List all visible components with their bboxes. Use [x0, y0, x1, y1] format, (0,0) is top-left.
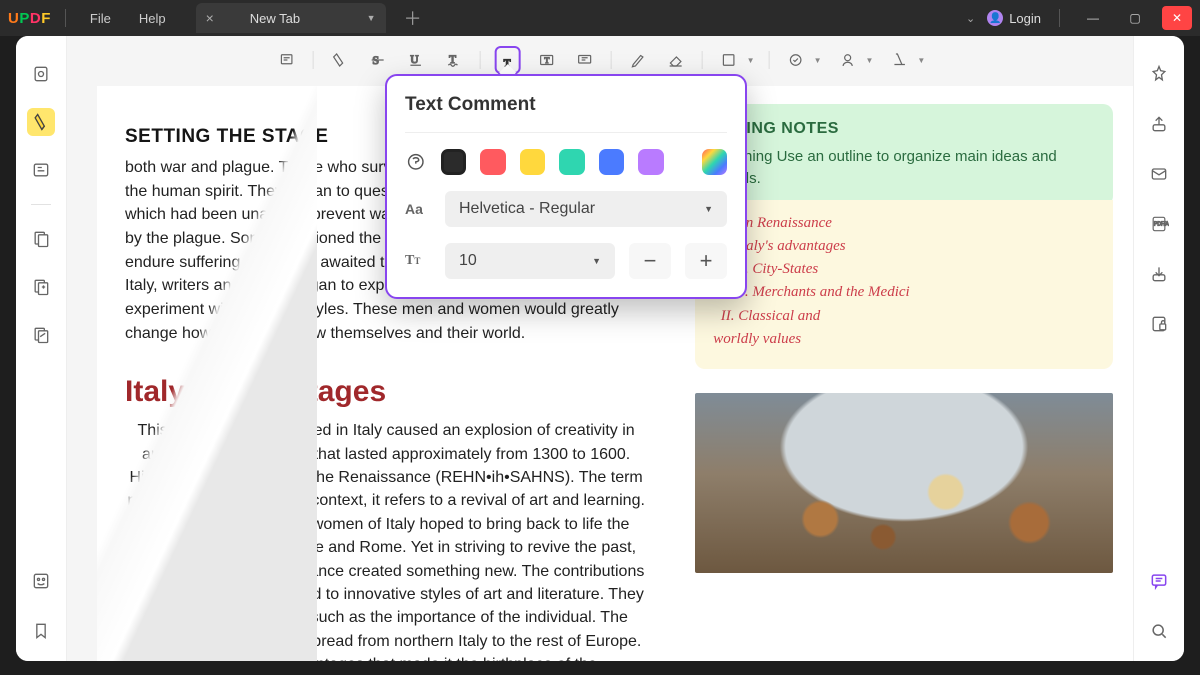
annotation-toolbar: S U T T T ▼ ▼ ▼ ▼	[267, 44, 934, 76]
page-tool-icon[interactable]	[27, 225, 55, 253]
outline-panel: Italian Renaissance I. Italy's advantage…	[695, 200, 1113, 370]
color-swatch-yellow[interactable]	[520, 149, 546, 175]
protect-icon[interactable]	[1145, 310, 1173, 338]
size-decrease-button[interactable]: −	[629, 243, 671, 279]
advantages-heading: Italy's Advantages	[125, 375, 647, 409]
body-paragraph-2: This movement that started in Italy caus…	[125, 419, 647, 661]
pencil-tool-icon[interactable]	[626, 48, 650, 72]
avatar-icon: 👤	[987, 10, 1003, 26]
color-swatch-red[interactable]	[480, 149, 506, 175]
organize-pages-icon[interactable]	[27, 273, 55, 301]
shape-menu-chevron-icon[interactable]: ▼	[747, 56, 755, 65]
share-icon[interactable]	[1145, 110, 1173, 138]
outline-line: II. Classical and	[713, 305, 1095, 328]
size-label-icon: TT	[405, 253, 431, 269]
svg-text:T: T	[504, 59, 511, 70]
font-select[interactable]: Helvetica - Regular ▼	[445, 191, 727, 227]
sticker-tool-icon[interactable]	[836, 48, 860, 72]
comment-tool-icon[interactable]	[27, 108, 55, 136]
textbox-tool-icon[interactable]: T	[535, 48, 559, 72]
search-icon[interactable]	[1145, 617, 1173, 645]
app-body: S U T T T ▼ ▼ ▼ ▼ SETTING THE STAGE	[16, 36, 1184, 661]
file-menu[interactable]: File	[80, 7, 121, 30]
chevron-down-icon: ▼	[704, 204, 713, 214]
text-comment-tool-icon[interactable]: T	[495, 46, 521, 74]
size-increase-button[interactable]: +	[685, 243, 727, 279]
svg-text:U: U	[410, 54, 418, 66]
document-canvas: S U T T T ▼ ▼ ▼ ▼ SETTING THE STAGE	[66, 36, 1134, 661]
sticky-note-tool-icon[interactable]	[275, 48, 299, 72]
edit-text-icon[interactable]	[27, 156, 55, 184]
color-swatch-purple[interactable]	[638, 149, 664, 175]
bookmarks-icon[interactable]	[27, 617, 55, 645]
text-comment-popup: Text Comment Aa Helvetica - Regular ▼	[385, 74, 747, 299]
titlebar: UPDF File Help × New Tab ▼ ＋ ⌄ 👤 Login —…	[0, 0, 1200, 36]
color-picker-icon[interactable]	[405, 151, 427, 173]
reader-mode-icon[interactable]	[27, 60, 55, 88]
callout-tool-icon[interactable]	[573, 48, 597, 72]
color-swatch-rainbow[interactable]	[702, 149, 728, 175]
thumbnails-icon[interactable]	[27, 567, 55, 595]
renaissance-image	[695, 393, 1113, 573]
notes-text: Outlining Use an outline to organize mai…	[713, 146, 1095, 190]
email-icon[interactable]	[1145, 160, 1173, 188]
window-menu-chevron-icon[interactable]: ⌄	[966, 12, 975, 25]
comments-list-icon[interactable]	[1145, 567, 1173, 595]
close-window-button[interactable]: ✕	[1162, 6, 1192, 30]
outline-line: Italian Renaissance	[713, 212, 1095, 235]
close-tab-icon[interactable]: ×	[206, 10, 214, 26]
color-swatch-blue[interactable]	[599, 149, 625, 175]
crop-pages-icon[interactable]	[27, 321, 55, 349]
right-rail: PDF/A	[1134, 36, 1184, 661]
tab-new[interactable]: × New Tab ▼	[196, 3, 386, 33]
outline-line: I. Italy's advantages	[713, 235, 1095, 258]
tab-chevron-icon[interactable]: ▼	[367, 13, 376, 23]
highlight-tool-icon[interactable]	[328, 48, 352, 72]
help-menu[interactable]: Help	[129, 7, 176, 30]
maximize-button[interactable]: ▢	[1120, 6, 1150, 30]
stamp-tool-icon[interactable]	[784, 48, 808, 72]
svg-text:T: T	[544, 56, 549, 65]
outline-line: B. Merchants and the Medici	[713, 281, 1095, 304]
pdfa-icon[interactable]: PDF/A	[1145, 210, 1173, 238]
minimize-button[interactable]: —	[1078, 6, 1108, 30]
squiggly-tool-icon[interactable]: T	[442, 48, 466, 72]
svg-text:PDF/A: PDF/A	[1154, 222, 1169, 228]
shape-tool-icon[interactable]	[717, 48, 741, 72]
login-button[interactable]: 👤 Login	[987, 10, 1041, 26]
stamp-menu-chevron-icon[interactable]: ▼	[814, 56, 822, 65]
sticker-menu-chevron-icon[interactable]: ▼	[866, 56, 874, 65]
notes-panel: TAKING NOTES Outlining Use an outline to…	[695, 104, 1113, 206]
export-icon[interactable]	[1145, 260, 1173, 288]
color-swatch-black[interactable]	[441, 149, 467, 175]
color-swatch-teal[interactable]	[559, 149, 585, 175]
size-select[interactable]: 10 ▼	[445, 243, 615, 279]
outline-line: worldly values	[713, 328, 1095, 351]
tab-label: New Tab	[250, 11, 300, 26]
notes-heading: TAKING NOTES	[713, 120, 1095, 138]
strikethrough-tool-icon[interactable]: S	[366, 48, 390, 72]
eraser-tool-icon[interactable]	[664, 48, 688, 72]
underline-tool-icon[interactable]: U	[404, 48, 428, 72]
signature-tool-icon[interactable]	[887, 48, 911, 72]
star-ai-icon[interactable]	[1145, 60, 1173, 88]
app-logo: UPDF	[8, 10, 51, 27]
new-tab-button[interactable]: ＋	[394, 5, 432, 31]
chevron-down-icon: ▼	[592, 256, 601, 266]
signature-menu-chevron-icon[interactable]: ▼	[917, 56, 925, 65]
left-rail	[16, 36, 66, 661]
popup-title: Text Comment	[405, 94, 727, 116]
font-label-icon: Aa	[405, 201, 431, 217]
outline-line: A. City-States	[713, 258, 1095, 281]
